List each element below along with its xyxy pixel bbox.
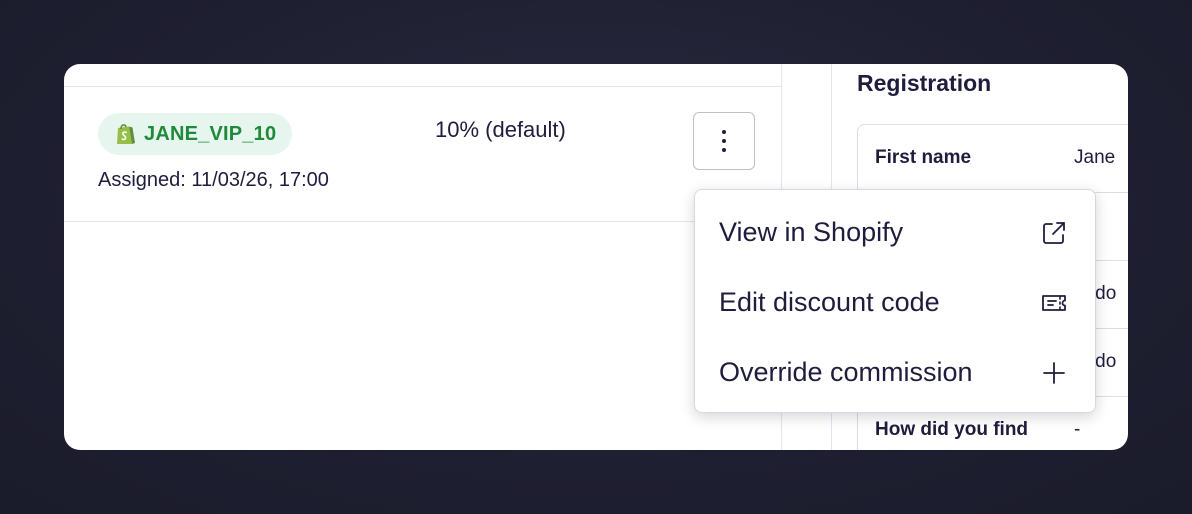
menu-item-label: Override commission: [719, 357, 973, 387]
field-label: First name: [875, 147, 972, 168]
external-link-icon: [1043, 222, 1065, 244]
discount-code-badge[interactable]: JANE_VIP_10: [98, 113, 293, 155]
discount-code-text: JANE_VIP_10: [144, 122, 277, 145]
menu-item-label: Edit discount code: [719, 287, 940, 317]
shopify-bag-icon: [117, 124, 135, 144]
more-actions-button[interactable]: [693, 112, 755, 170]
menu-item-view-in-shopify[interactable]: View in Shopify: [695, 196, 1095, 266]
actions-dropdown-menu: View in Shopify Edit discount code Overr…: [694, 189, 1096, 413]
assigned-date: Assigned: 11/03/26, 17:00: [98, 169, 329, 191]
menu-item-label: View in Shopify: [719, 217, 904, 247]
registration-title: Registration: [857, 70, 992, 96]
kebab-icon: [722, 130, 726, 152]
commission-rate: 10% (default): [435, 117, 566, 142]
plus-icon: [1043, 362, 1065, 384]
registration-row: First name Jane: [858, 125, 1128, 193]
field-label: How did you find: [875, 419, 1029, 440]
ticket-icon: [1042, 295, 1066, 311]
discount-codes-panel: JANE_VIP_10 Assigned: 11/03/26, 17:00 10…: [64, 64, 782, 450]
menu-item-override-commission[interactable]: Override commission: [695, 336, 1095, 406]
field-value: Jane: [1074, 147, 1116, 168]
menu-item-edit-discount-code[interactable]: Edit discount code: [695, 266, 1095, 336]
discount-code-row: JANE_VIP_10 Assigned: 11/03/26, 17:00 10…: [64, 87, 781, 222]
field-value: -: [1074, 419, 1081, 440]
